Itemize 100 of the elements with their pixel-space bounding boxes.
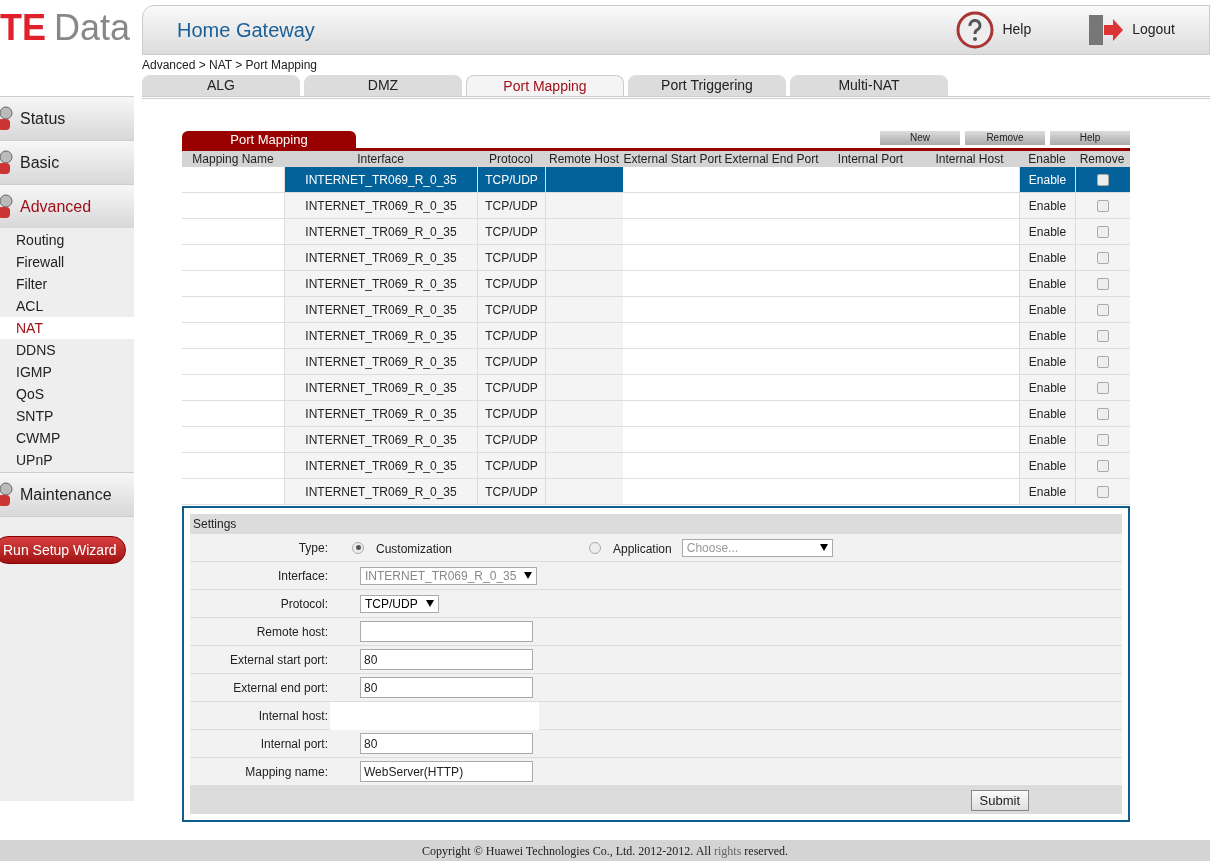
radio-label: Application [613, 540, 672, 558]
field-label: Protocol: [279, 595, 328, 613]
tab[interactable]: Multi-NAT [790, 75, 948, 96]
tab[interactable]: ALG [142, 75, 300, 96]
radio-button[interactable] [589, 541, 601, 554]
sidebar-item[interactable]: SNTP [0, 405, 134, 427]
setup-wizard-button[interactable]: Run Setup Wizard [0, 536, 126, 564]
table-row[interactable]: INTERNET_TR069_R_0_35 TCP/UDP Enable [182, 401, 1130, 427]
table-cell: Enable [1019, 193, 1075, 218]
tab[interactable]: Port Triggering [628, 75, 786, 96]
sidebar-item[interactable]: IGMP [0, 361, 134, 383]
table-row[interactable]: INTERNET_TR069_R_0_35 TCP/UDP Enable [182, 245, 1130, 271]
panel-title: Port Mapping [182, 131, 356, 148]
table-row[interactable]: INTERNET_TR069_R_0_35 TCP/UDP Enable [182, 167, 1130, 193]
rights-link[interactable]: rights [714, 843, 742, 858]
field-label: Type: [297, 539, 328, 557]
column-header: Internal Host [934, 151, 1005, 167]
table-cell: Enable [1019, 453, 1075, 478]
sidebar-item[interactable]: ACL [0, 295, 134, 317]
table-cell: INTERNET_TR069_R_0_35 [284, 297, 477, 322]
table-row[interactable]: INTERNET_TR069_R_0_35 TCP/UDP Enable [182, 453, 1130, 479]
remove-checkbox[interactable] [1096, 277, 1109, 290]
sidebar-item[interactable]: CWMP [0, 427, 134, 449]
remove-checkbox[interactable] [1096, 433, 1109, 446]
remove-checkbox[interactable] [1096, 173, 1109, 186]
copyright-text: Copyright © Huawei Technologies Co., Ltd. 2012-2012. All rights reserved. [422, 842, 788, 860]
table-cell: TCP/UDP [477, 401, 545, 426]
field-label: Mapping name: [244, 763, 328, 781]
table-cell: TCP/UDP [477, 453, 545, 478]
table-cell: TCP/UDP [477, 323, 545, 348]
table-row[interactable]: INTERNET_TR069_R_0_35 TCP/UDP Enable [182, 219, 1130, 245]
sidebar-item[interactable]: UPnP [0, 449, 134, 471]
field-label: Interface: [276, 567, 328, 585]
logout-link[interactable]: Logout [1086, 12, 1175, 47]
field-label: External start port: [228, 651, 328, 669]
figure-icon [0, 149, 14, 176]
remove-checkbox[interactable] [1096, 355, 1109, 368]
app-title: Home Gateway [177, 17, 316, 43]
column-header: Protocol [488, 151, 534, 167]
table-row[interactable]: INTERNET_TR069_R_0_35 TCP/UDP Enable [182, 427, 1130, 453]
submit-button[interactable]: Submit [970, 789, 1029, 811]
dropdown[interactable]: TCP/UDP [360, 594, 439, 613]
remove-checkbox[interactable] [1096, 329, 1109, 342]
field-label: Internal port: [259, 735, 328, 753]
table-cell: INTERNET_TR069_R_0_35 [284, 167, 477, 192]
remove-checkbox[interactable] [1096, 485, 1109, 498]
table-row[interactable]: INTERNET_TR069_R_0_35 TCP/UDP Enable [182, 193, 1130, 219]
sidebar-section[interactable]: Advanced [0, 184, 134, 228]
tab[interactable]: Port Mapping [466, 75, 624, 96]
dropdown-caret-icon [524, 572, 533, 579]
remove-checkbox[interactable] [1096, 251, 1109, 264]
radio-button[interactable] [352, 541, 364, 554]
table-cell: Enable [1019, 323, 1075, 348]
table-toolbar-button[interactable]: New [880, 131, 960, 145]
figure-icon [0, 193, 14, 220]
table-cell: Enable [1019, 401, 1075, 426]
sidebar-item[interactable]: QoS [0, 383, 134, 405]
door-exit-icon [1086, 12, 1125, 47]
text-field[interactable]: WebServer(HTTP) [360, 761, 533, 782]
remove-checkbox[interactable] [1096, 459, 1109, 472]
table-row[interactable]: INTERNET_TR069_R_0_35 TCP/UDP Enable [182, 479, 1130, 505]
column-header: Remove [1078, 151, 1126, 167]
dropdown-caret-icon [819, 544, 828, 551]
sidebar-section[interactable]: Status [0, 96, 134, 140]
table-cell: INTERNET_TR069_R_0_35 [284, 271, 477, 296]
table-cell: TCP/UDP [477, 219, 545, 244]
table-cell: INTERNET_TR069_R_0_35 [284, 401, 477, 426]
settings-title: Settings [190, 514, 1122, 534]
table-row[interactable]: INTERNET_TR069_R_0_35 TCP/UDP Enable [182, 375, 1130, 401]
sidebar-item[interactable]: Routing [0, 229, 134, 251]
radio-label: Customization [376, 540, 453, 558]
column-header: External Start Port [623, 151, 722, 167]
sidebar-item[interactable]: Firewall [0, 251, 134, 273]
remove-checkbox[interactable] [1096, 199, 1109, 212]
table-row[interactable]: INTERNET_TR069_R_0_35 TCP/UDP Enable [182, 271, 1130, 297]
sidebar-item[interactable]: DDNS [0, 339, 134, 361]
remove-checkbox[interactable] [1096, 303, 1109, 316]
table-toolbar-button[interactable]: Remove [965, 131, 1045, 145]
table-cell: Enable [1019, 427, 1075, 452]
table-toolbar-button[interactable]: Help [1050, 131, 1130, 145]
sidebar-section[interactable]: Maintenance [0, 472, 134, 516]
text-field[interactable]: 80 [360, 649, 533, 670]
sidebar-section[interactable]: Basic [0, 140, 134, 184]
sidebar-item[interactable]: Filter [0, 273, 134, 295]
remove-checkbox[interactable] [1096, 407, 1109, 420]
text-field[interactable] [360, 621, 533, 642]
text-field[interactable]: 80 [360, 733, 533, 754]
table-row[interactable]: INTERNET_TR069_R_0_35 TCP/UDP Enable [182, 323, 1130, 349]
field-label: External end port: [232, 679, 328, 697]
column-header: Mapping Name [191, 151, 275, 167]
table-cell: TCP/UDP [477, 479, 545, 504]
sidebar-item[interactable]: NAT [0, 317, 134, 339]
remove-checkbox[interactable] [1096, 381, 1109, 394]
tab[interactable]: DMZ [304, 75, 462, 96]
remove-checkbox[interactable] [1096, 225, 1109, 238]
help-link[interactable]: Help [956, 10, 1032, 49]
table-cell: TCP/UDP [477, 349, 545, 374]
table-row[interactable]: INTERNET_TR069_R_0_35 TCP/UDP Enable [182, 297, 1130, 323]
text-field[interactable]: 80 [360, 677, 533, 698]
table-row[interactable]: INTERNET_TR069_R_0_35 TCP/UDP Enable [182, 349, 1130, 375]
